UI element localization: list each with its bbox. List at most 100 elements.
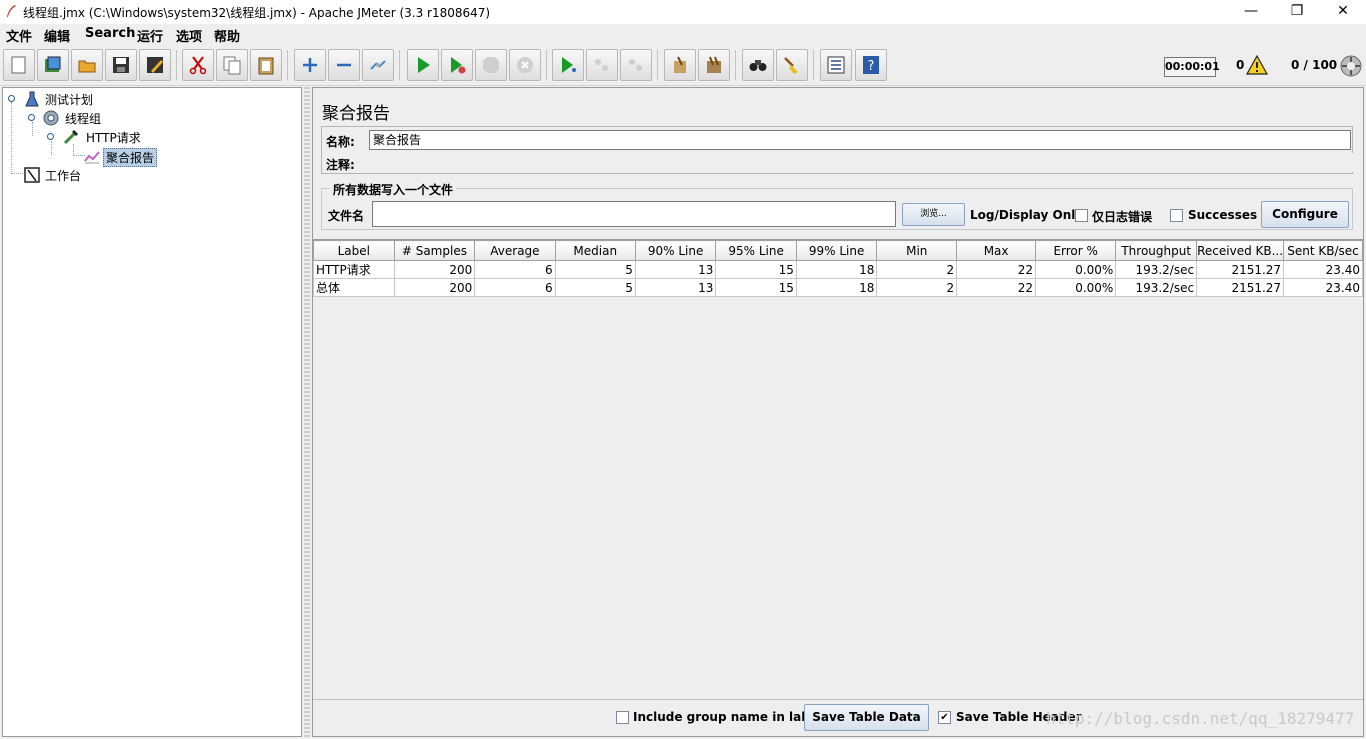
menu-options[interactable]: 选项 xyxy=(176,26,202,45)
shutdown-button[interactable] xyxy=(509,49,541,81)
tree-expand-handle-icon[interactable] xyxy=(7,94,16,103)
table-cell: 13 xyxy=(634,260,717,279)
collapse-all-button[interactable] xyxy=(328,49,360,81)
clear-all-button[interactable] xyxy=(698,49,730,81)
remote-stop-button[interactable] xyxy=(586,49,618,81)
toggle-button[interactable] xyxy=(362,49,394,81)
open-button[interactable] xyxy=(71,49,103,81)
paste-button[interactable] xyxy=(250,49,282,81)
close-button[interactable]: ✕ xyxy=(1320,0,1366,24)
error-count: 0 xyxy=(1236,58,1245,72)
errors-only-checkbox[interactable] xyxy=(1075,209,1088,222)
clear-button[interactable] xyxy=(664,49,696,81)
expand-all-button[interactable] xyxy=(294,49,326,81)
table-cell: 2151.27 xyxy=(1196,260,1285,279)
maximize-button[interactable]: ❐ xyxy=(1274,0,1320,24)
tree-item-workbench[interactable]: 工作台 xyxy=(23,166,223,184)
tree-item-thread-group[interactable]: 线程组 xyxy=(25,109,225,127)
column-header[interactable]: Received KB... xyxy=(1196,240,1285,261)
table-cell: 0.00% xyxy=(1035,260,1117,279)
column-header[interactable]: Average xyxy=(474,240,556,261)
clear-icon xyxy=(674,56,686,73)
function-helper-button[interactable] xyxy=(820,49,852,81)
remote-start-button[interactable] xyxy=(552,49,584,81)
column-header[interactable]: Error % xyxy=(1035,240,1117,261)
successes-label: Successes xyxy=(1188,208,1258,222)
filename-input[interactable] xyxy=(372,201,896,227)
successes-checkbox[interactable] xyxy=(1170,209,1183,222)
name-field[interactable]: 聚合报告 xyxy=(369,130,1351,150)
table-cell: 23.40 xyxy=(1283,260,1363,279)
table-row[interactable]: 总体 200 6 5 13 15 18 2 22 0.00% 193.2/sec… xyxy=(313,278,1363,297)
comment-field[interactable] xyxy=(369,153,1353,172)
column-header[interactable]: Throughput xyxy=(1115,240,1198,261)
broom-icon xyxy=(784,57,798,74)
table-cell: 22 xyxy=(956,260,1037,279)
tree-label: HTTP请求 xyxy=(86,131,141,145)
copy-button[interactable] xyxy=(216,49,248,81)
column-header[interactable]: Median xyxy=(554,240,636,261)
table-row[interactable]: HTTP请求 200 6 5 13 15 18 2 22 0.00% 193.2… xyxy=(313,260,1363,279)
stop-button[interactable] xyxy=(475,49,507,81)
menu-file[interactable]: 文件 xyxy=(6,26,32,45)
log-display-label: Log/Display Only: xyxy=(970,208,1088,222)
tree-expand-handle-icon[interactable] xyxy=(27,113,36,122)
column-header[interactable]: 90% Line xyxy=(634,240,717,261)
table-cell: 2 xyxy=(876,278,958,297)
menu-run[interactable]: 运行 xyxy=(137,26,163,45)
column-header[interactable]: Label xyxy=(313,240,395,261)
remote-shutdown-button[interactable] xyxy=(620,49,652,81)
table-cell: 23.40 xyxy=(1283,278,1363,297)
table-cell: 15 xyxy=(715,260,797,279)
help-icon: ? xyxy=(863,56,879,74)
save-table-data-button[interactable]: Save Table Data xyxy=(804,704,929,731)
new-button[interactable] xyxy=(3,49,35,81)
search-button[interactable] xyxy=(742,49,774,81)
binoculars-icon xyxy=(749,60,767,71)
start-button[interactable] xyxy=(407,49,439,81)
tree-item-http-request[interactable]: HTTP请求 xyxy=(44,128,244,146)
split-pane-divider[interactable] xyxy=(304,87,310,737)
menu-search[interactable]: Search xyxy=(85,26,135,41)
column-header[interactable]: Min xyxy=(876,240,958,261)
menu-help[interactable]: 帮助 xyxy=(214,26,240,45)
minimize-button[interactable]: — xyxy=(1228,0,1274,24)
table-cell: 200 xyxy=(393,260,476,279)
shutdown-icon xyxy=(517,57,533,73)
menu-edit[interactable]: 编辑 xyxy=(44,26,70,45)
warning-icon[interactable] xyxy=(1246,55,1268,75)
include-group-name-checkbox[interactable] xyxy=(616,711,629,724)
save-table-header-checkbox[interactable]: ✔ xyxy=(938,711,951,724)
remote-start-icon xyxy=(562,57,576,73)
browse-button[interactable]: 浏览... xyxy=(902,203,965,226)
templates-button[interactable] xyxy=(37,49,69,81)
column-header[interactable]: # Samples xyxy=(393,240,476,261)
table-cell: 6 xyxy=(474,260,556,279)
tree-item-test-plan[interactable]: 测试计划 xyxy=(5,90,205,108)
column-header[interactable]: 95% Line xyxy=(715,240,797,261)
clear-all-icon xyxy=(707,56,721,73)
column-header[interactable]: Sent KB/sec xyxy=(1283,240,1363,261)
table-cell: 193.2/sec xyxy=(1115,278,1198,297)
stop-icon xyxy=(483,57,499,73)
expand-icon xyxy=(303,58,317,72)
start-no-pause-button[interactable] xyxy=(441,49,473,81)
window-title: 线程组.jmx (C:\Windows\system32\线程组.jmx) - … xyxy=(23,6,491,20)
help-button[interactable]: ? xyxy=(855,49,887,81)
configure-button[interactable]: Configure xyxy=(1261,201,1349,228)
results-table-area: Label # Samples Average Median 90% Line … xyxy=(313,239,1363,699)
remote-stop-icon xyxy=(595,59,608,71)
cut-button[interactable] xyxy=(182,49,214,81)
aggregate-report-panel: 聚合报告 名称: 聚合报告 注释: 文件名 浏览... Log/Display … xyxy=(312,87,1364,737)
reset-search-button[interactable] xyxy=(776,49,808,81)
table-cell: 193.2/sec xyxy=(1115,260,1198,279)
save-button[interactable] xyxy=(105,49,137,81)
save-as-button[interactable] xyxy=(139,49,171,81)
column-header[interactable]: Max xyxy=(956,240,1037,261)
tree-item-aggregate-report[interactable]: 聚合报告 xyxy=(83,147,283,167)
table-cell: 18 xyxy=(795,278,878,297)
column-header[interactable]: 99% Line xyxy=(795,240,878,261)
toolbar-separator xyxy=(399,50,400,80)
write-to-file-group: 文件名 浏览... Log/Display Only: 仅日志错误 Succes… xyxy=(321,188,1353,230)
tree-expand-handle-icon[interactable] xyxy=(46,132,55,141)
